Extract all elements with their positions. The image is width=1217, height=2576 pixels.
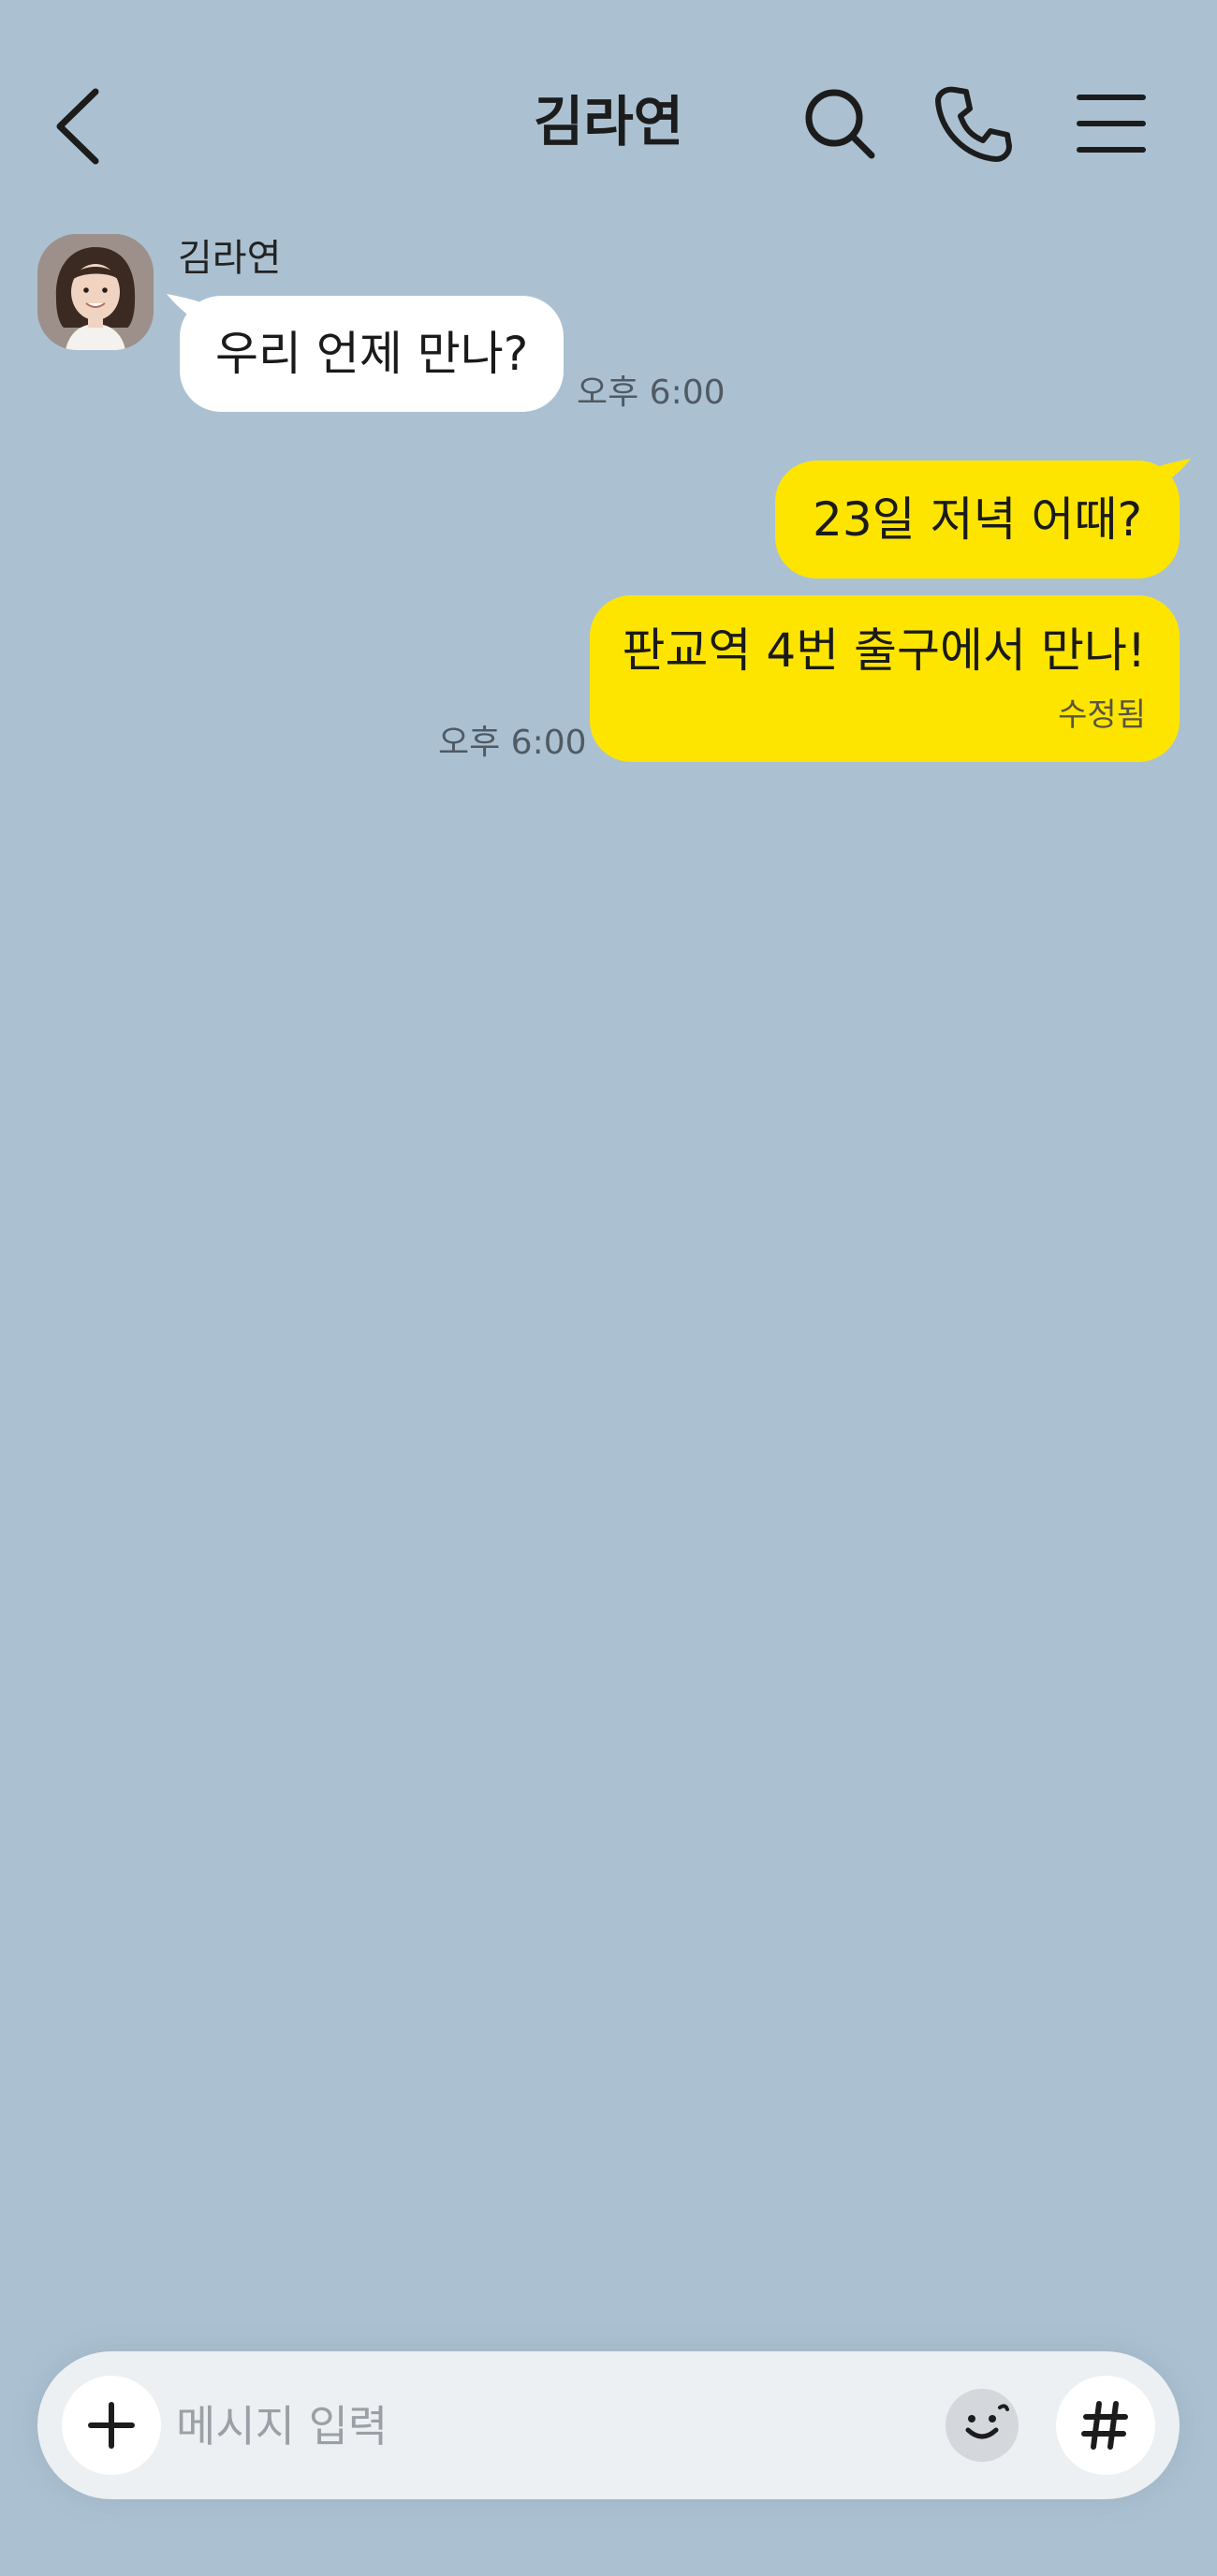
edited-label: 수정됨 xyxy=(1058,696,1146,734)
chat-screen: 김라연 김라연 우리 언제 만나? 오후 6:00 23일 저녁 어때? 판교역… xyxy=(0,0,1217,2576)
back-button[interactable] xyxy=(47,84,112,168)
search-icon xyxy=(805,89,875,159)
profile-photo xyxy=(37,234,154,350)
message-text: 판교역 4번 출구에서 만나! xyxy=(622,623,1146,678)
hashtag-button[interactable] xyxy=(1056,2376,1155,2475)
hamburger-menu-icon xyxy=(1077,95,1146,153)
attach-button[interactable] xyxy=(62,2376,161,2475)
call-button[interactable] xyxy=(934,84,1013,163)
sender-avatar[interactable] xyxy=(37,234,154,350)
chat-header: 김라연 xyxy=(0,0,1217,234)
menu-button[interactable] xyxy=(1072,84,1151,163)
chat-title: 김라연 xyxy=(533,90,684,154)
message-input-bar xyxy=(37,2351,1180,2499)
message-timestamp: 오후 6:00 xyxy=(577,373,726,412)
plus-icon xyxy=(88,2402,135,2449)
message-input[interactable] xyxy=(176,2389,944,2464)
emoji-button[interactable] xyxy=(946,2389,1019,2462)
outgoing-message-bubble[interactable]: 23일 저녁 어때? xyxy=(775,461,1180,578)
phone-icon xyxy=(935,86,1012,162)
search-button[interactable] xyxy=(800,84,879,163)
chevron-left-icon xyxy=(56,88,99,165)
hash-icon xyxy=(1081,2401,1128,2450)
sender-name: 김라연 xyxy=(178,237,282,280)
incoming-message-bubble[interactable]: 우리 언제 만나? xyxy=(180,296,565,412)
outgoing-message-bubble[interactable]: 판교역 4번 출구에서 만나! 수정됨 xyxy=(590,595,1180,762)
emoji-icon xyxy=(965,2404,1009,2439)
message-timestamp: 오후 6:00 xyxy=(438,724,587,762)
